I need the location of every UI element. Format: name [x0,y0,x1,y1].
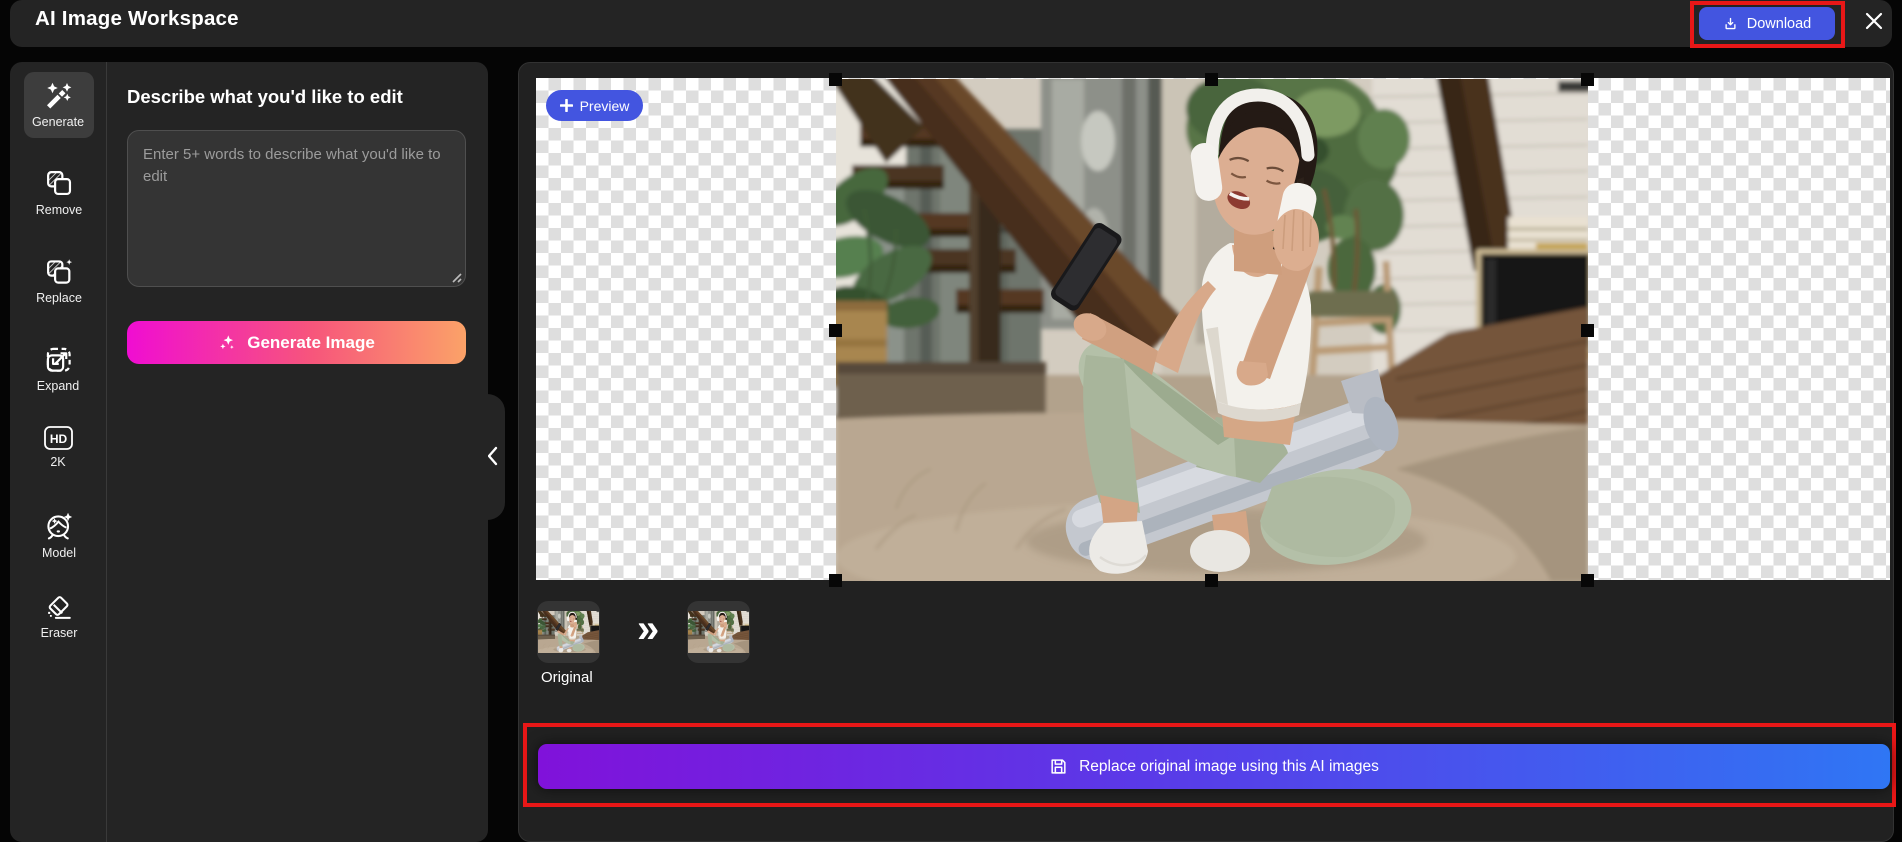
svg-text:HD: HD [49,432,67,446]
